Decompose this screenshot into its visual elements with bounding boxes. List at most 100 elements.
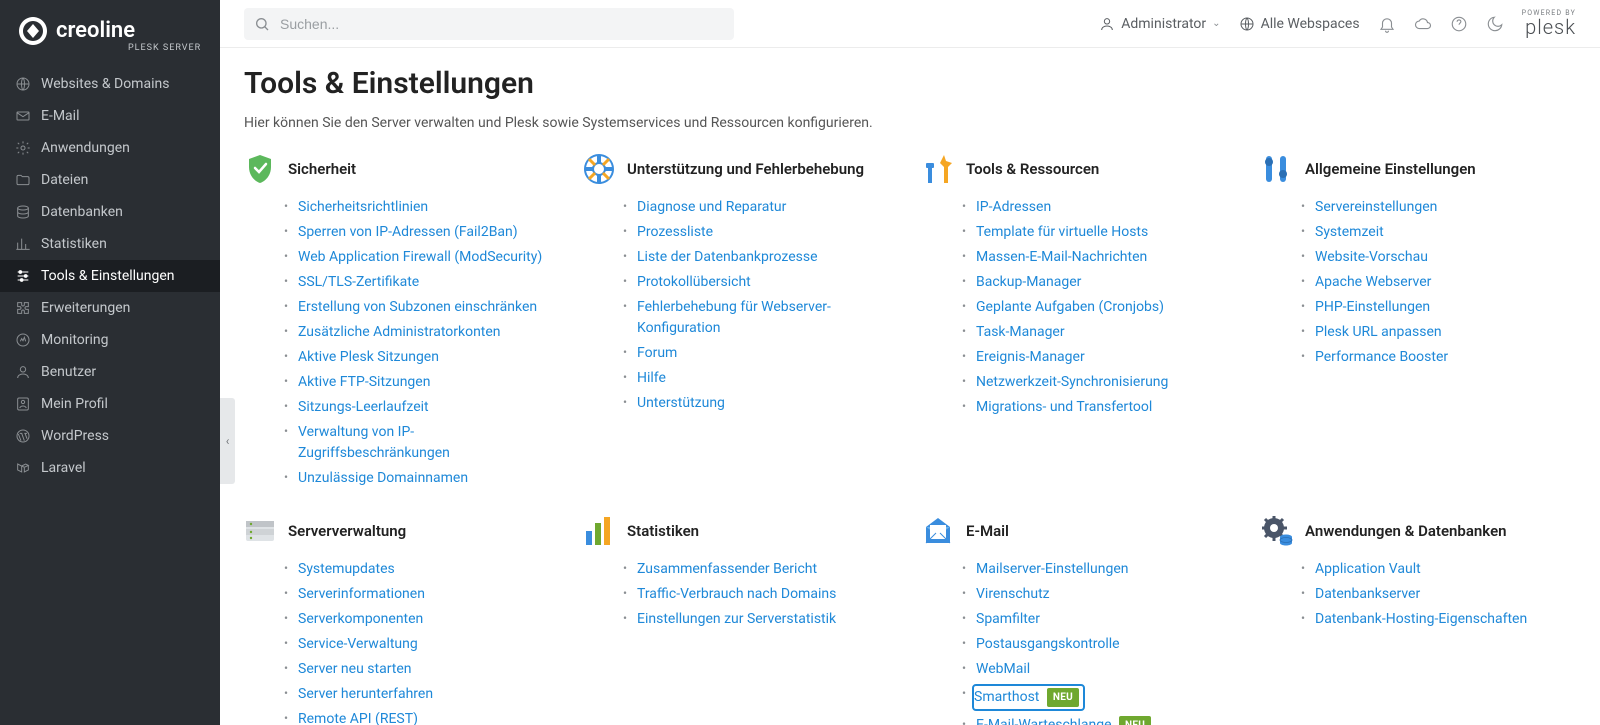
link-template-f-r-virtuelle-hosts[interactable]: Template für virtuelle Hosts <box>976 224 1148 240</box>
link-netzwerkzeit-synchronisierung[interactable]: Netzwerkzeit-Synchronisierung <box>976 374 1168 390</box>
link-postausgangskontrolle[interactable]: Postausgangskontrolle <box>976 636 1120 652</box>
link-php-einstellungen[interactable]: PHP-Einstellungen <box>1315 299 1430 315</box>
link-zus-tzliche-administratorkonten[interactable]: Zusätzliche Administratorkonten <box>298 324 501 340</box>
link-ssl-tls-zertifikate[interactable]: SSL/TLS-Zertifikate <box>298 274 419 290</box>
link-webmail[interactable]: WebMail <box>976 661 1030 677</box>
sidebar-item-dateien[interactable]: Dateien <box>0 164 220 196</box>
link-servereinstellungen[interactable]: Servereinstellungen <box>1315 199 1437 215</box>
panel-serververwaltung: Serververwaltung Systemupdates Serverinfor… <box>244 515 559 725</box>
link-traffic-verbrauch-nach-domains[interactable]: Traffic-Verbrauch nach Domains <box>637 586 836 602</box>
puzzle-icon <box>15 300 31 316</box>
link-serverkomponenten[interactable]: Serverkomponenten <box>298 611 423 627</box>
bars-icon <box>583 515 615 547</box>
link-task-manager[interactable]: Task-Manager <box>976 324 1065 340</box>
link-backup-manager[interactable]: Backup-Manager <box>976 274 1081 290</box>
link-application-vault[interactable]: Application Vault <box>1315 561 1421 577</box>
link-plesk-url-anpassen[interactable]: Plesk URL anpassen <box>1315 324 1442 340</box>
link-hilfe[interactable]: Hilfe <box>637 370 666 386</box>
sidebar-item-laravel[interactable]: Laravel <box>0 452 220 484</box>
link-forum[interactable]: Forum <box>637 345 677 361</box>
link-datenbankserver[interactable]: Datenbankserver <box>1315 586 1420 602</box>
gear-icon <box>15 140 31 156</box>
topbar-right: Administrator ⌄ Alle Webspaces POWERED B… <box>1099 10 1576 37</box>
panel-list-item: Erstellung von Subzonen einschränken <box>284 295 559 320</box>
help-icon[interactable] <box>1450 15 1468 33</box>
sidebar-item-label: Dateien <box>41 172 88 188</box>
search-input[interactable] <box>244 8 734 40</box>
sidebar-collapse-handle[interactable]: ‹ <box>220 398 235 484</box>
link-verwaltung-von-ip-zugriffsbeschr-nkungen[interactable]: Verwaltung von IP-Zugriffsbeschränkungen <box>298 424 450 461</box>
panel-list-item: Website-Vorschau <box>1301 245 1576 270</box>
sidebar-item-tools-einstellungen[interactable]: Tools & Einstellungen <box>0 260 220 292</box>
link-web-application-firewall-modsecurity-[interactable]: Web Application Firewall (ModSecurity) <box>298 249 542 265</box>
link-zusammenfassender-bericht[interactable]: Zusammenfassender Bericht <box>637 561 817 577</box>
link-liste-der-datenbankprozesse[interactable]: Liste der Datenbankprozesse <box>637 249 818 265</box>
sidebar-item-websites-domains[interactable]: Websites & Domains <box>0 68 220 100</box>
theme-toggle-icon[interactable] <box>1486 15 1504 33</box>
badge-new: NEU <box>1047 688 1079 707</box>
link-sperren-von-ip-adressen-fail-ban-[interactable]: Sperren von IP-Adressen (Fail2Ban) <box>298 224 518 240</box>
link-ereignis-manager[interactable]: Ereignis-Manager <box>976 349 1085 365</box>
cloud-icon[interactable] <box>1414 15 1432 33</box>
link-ip-adressen[interactable]: IP-Adressen <box>976 199 1051 215</box>
link-server-neu-starten[interactable]: Server neu starten <box>298 661 412 677</box>
sidebar-item-monitoring[interactable]: Monitoring <box>0 324 220 356</box>
panel-list-item: Verwaltung von IP-Zugriffsbeschränkungen <box>284 420 559 466</box>
sidebar-item-mein-profil[interactable]: Mein Profil <box>0 388 220 420</box>
link-e-mail-warteschlange[interactable]: E-Mail-Warteschlange <box>976 717 1112 725</box>
sidebar-nav: Websites & DomainsE-MailAnwendungen Datei… <box>0 68 220 725</box>
link-systemupdates[interactable]: Systemupdates <box>298 561 395 577</box>
sidebar: creoline ® PLESK SERVER Websites & Domai… <box>0 0 220 725</box>
folder-icon <box>15 172 31 188</box>
sidebar-item-wordpress[interactable]: WordPress <box>0 420 220 452</box>
link-remote-api-rest-[interactable]: Remote API (REST) <box>298 711 418 725</box>
link-sitzungs-leerlaufzeit[interactable]: Sitzungs-Leerlaufzeit <box>298 399 429 415</box>
link-systemzeit[interactable]: Systemzeit <box>1315 224 1384 240</box>
link-serverinformationen[interactable]: Serverinformationen <box>298 586 425 602</box>
link-massen-e-mail-nachrichten[interactable]: Massen-E-Mail-Nachrichten <box>976 249 1147 265</box>
sidebar-item-erweiterungen[interactable]: Erweiterungen <box>0 292 220 324</box>
panel-list-item: Protokollübersicht <box>623 270 898 295</box>
link-virenschutz[interactable]: Virenschutz <box>976 586 1050 602</box>
link-migrations-und-transfertool[interactable]: Migrations- und Transfertool <box>976 399 1152 415</box>
link-erstellung-von-subzonen-einschr-nken[interactable]: Erstellung von Subzonen einschränken <box>298 299 537 315</box>
panel-list-item: Sperren von IP-Adressen (Fail2Ban) <box>284 220 559 245</box>
link-performance-booster[interactable]: Performance Booster <box>1315 349 1448 365</box>
sidebar-item-e-mail[interactable]: E-Mail <box>0 100 220 132</box>
link-website-vorschau[interactable]: Website-Vorschau <box>1315 249 1428 265</box>
link-einstellungen-zur-serverstatistik[interactable]: Einstellungen zur Serverstatistik <box>637 611 836 627</box>
panel-list-item: Geplante Aufgaben (Cronjobs) <box>962 295 1237 320</box>
link-service-verwaltung[interactable]: Service-Verwaltung <box>298 636 418 652</box>
sidebar-item-benutzer[interactable]: Benutzer <box>0 356 220 388</box>
link-diagnose-und-reparatur[interactable]: Diagnose und Reparatur <box>637 199 786 215</box>
link-aktive-plesk-sitzungen[interactable]: Aktive Plesk Sitzungen <box>298 349 439 365</box>
link-sicherheitsrichtlinien[interactable]: Sicherheitsrichtlinien <box>298 199 428 215</box>
notifications-icon[interactable] <box>1378 15 1396 33</box>
panel-list-item: Migrations- und Transfertool <box>962 395 1237 420</box>
panel-e-mail: E-MailMailserver-EinstellungenVirenschut… <box>922 515 1237 725</box>
sidebar-item-statistiken[interactable]: Statistiken <box>0 228 220 260</box>
link-spamfilter[interactable]: Spamfilter <box>976 611 1040 627</box>
link-datenbank-hosting-eigenschaften[interactable]: Datenbank-Hosting-Eigenschaften <box>1315 611 1527 627</box>
link-unzul-ssige-domainnamen[interactable]: Unzulässige Domainnamen <box>298 470 468 486</box>
webspaces-link[interactable]: Alle Webspaces <box>1239 16 1360 32</box>
link-aktive-ftp-sitzungen[interactable]: Aktive FTP-Sitzungen <box>298 374 430 390</box>
link-prozessliste[interactable]: Prozessliste <box>637 224 713 240</box>
link-unterst-tzung[interactable]: Unterstützung <box>637 395 725 411</box>
panel-header: Serververwaltung <box>244 515 559 547</box>
sidebar-item-anwendungen[interactable]: Anwendungen <box>0 132 220 164</box>
link-mailserver-einstellungen[interactable]: Mailserver-Einstellungen <box>976 561 1129 577</box>
link-fehlerbehebung-f-r-webserver-konfiguration[interactable]: Fehlerbehebung für Webserver-Konfigurati… <box>637 299 831 336</box>
sidebar-item-datenbanken[interactable]: Datenbanken <box>0 196 220 228</box>
link-protokoll-bersicht[interactable]: Protokollübersicht <box>637 274 751 290</box>
panel-title: Serververwaltung <box>288 522 406 540</box>
panel-sicherheit: SicherheitSicherheitsrichtlinienSperren … <box>244 153 559 491</box>
link-geplante-aufgaben-cronjobs-[interactable]: Geplante Aufgaben (Cronjobs) <box>976 299 1164 315</box>
sidebar-item-label: Laravel <box>41 460 86 476</box>
panel-list-item: Servereinstellungen <box>1301 195 1576 220</box>
admin-menu[interactable]: Administrator ⌄ <box>1099 16 1220 32</box>
link-server-herunterfahren[interactable]: Server herunterfahren <box>298 686 433 702</box>
link-smarthost[interactable]: Smarthost <box>974 689 1039 705</box>
logo[interactable]: creoline ® PLESK SERVER <box>0 0 220 68</box>
link-apache-webserver[interactable]: Apache Webserver <box>1315 274 1431 290</box>
